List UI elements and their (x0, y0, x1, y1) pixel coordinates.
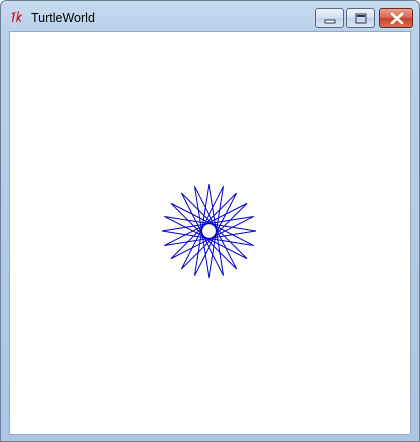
tk-feather-icon (11, 11, 22, 22)
close-icon (390, 12, 404, 25)
app-window: TurtleWorld (0, 0, 420, 442)
maximize-icon (355, 13, 367, 24)
minimize-button[interactable] (315, 8, 344, 28)
turtle-canvas[interactable] (10, 32, 410, 434)
minimize-icon (324, 19, 336, 24)
close-button[interactable] (379, 8, 413, 28)
window-title: TurtleWorld (31, 11, 95, 25)
title-bar[interactable]: TurtleWorld (1, 1, 419, 31)
maximize-button[interactable] (346, 8, 375, 28)
star-path (161, 183, 257, 279)
star-drawing (161, 183, 257, 279)
turtle-canvas-area[interactable] (9, 31, 411, 435)
